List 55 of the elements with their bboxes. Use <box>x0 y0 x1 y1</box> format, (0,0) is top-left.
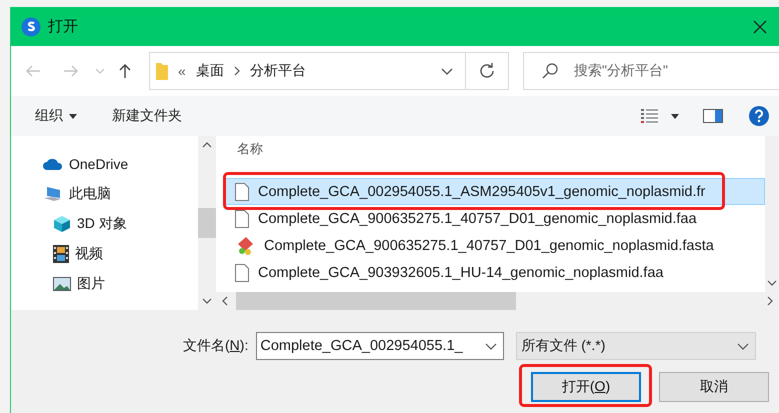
sidebar-item[interactable]: 视频 <box>53 239 103 269</box>
computer-icon <box>43 186 63 202</box>
scroll-down-icon[interactable] <box>202 298 212 304</box>
sidebar-item[interactable]: 此电脑 <box>43 179 111 209</box>
scroll-left-icon[interactable] <box>222 296 228 306</box>
search-field[interactable]: 搜索"分析平台" <box>523 52 779 90</box>
chevron-down-icon[interactable] <box>485 342 498 350</box>
sidebar-item[interactable]: 3D 对象 <box>53 209 127 239</box>
sidebar-item[interactable]: 图片 <box>53 269 105 299</box>
view-options-icon[interactable] <box>641 108 659 124</box>
chevron-right-icon <box>234 66 240 76</box>
scroll-right-icon[interactable] <box>767 296 773 306</box>
column-header[interactable]: 名称 <box>224 140 263 158</box>
cloud-icon <box>43 158 63 170</box>
open-button[interactable]: 打开(O) <box>531 372 641 402</box>
chevron-down-icon[interactable] <box>441 68 453 74</box>
breadcrumb[interactable]: 分析平台 <box>250 62 306 80</box>
close-icon[interactable] <box>753 20 767 34</box>
file-row[interactable]: Complete_GCA_903932605.1_HU-14_genomic_noplasmid.faa <box>224 259 765 286</box>
scroll-down-icon[interactable] <box>767 280 777 286</box>
address-bar[interactable]: « 桌面 分析平台 <box>149 52 466 90</box>
new-folder-button[interactable]: 新建文件夹 <box>112 103 182 129</box>
film-icon <box>53 245 69 263</box>
organize-menu[interactable]: 组织 <box>35 103 77 129</box>
window-title: 打开 <box>48 17 78 36</box>
scrollbar[interactable] <box>765 136 779 292</box>
folder-icon <box>156 62 168 80</box>
breadcrumb[interactable]: 桌面 <box>196 62 224 80</box>
cancel-button[interactable]: 取消 <box>659 372 769 402</box>
up-icon[interactable] <box>119 63 131 79</box>
search-icon <box>542 63 558 79</box>
app-icon <box>21 16 41 36</box>
scroll-up-icon[interactable] <box>202 142 212 148</box>
chevron-down-icon[interactable] <box>737 342 750 350</box>
scroll-thumb[interactable] <box>198 208 216 238</box>
file-row[interactable]: Complete_GCA_002954055.1_ASM295405v1_genomic_noplasmid.fr <box>224 178 765 205</box>
scrollbar[interactable] <box>198 136 216 310</box>
help-icon[interactable] <box>749 106 769 126</box>
filename-label: 文件名(N): <box>183 337 248 355</box>
file-row[interactable]: Complete_GCA_900635275.1_40757_D01_genomic_noplasmid.faa <box>224 205 765 232</box>
file-type-dropdown[interactable]: 所有文件 (*.*) <box>516 332 756 360</box>
preview-pane-icon[interactable] <box>703 109 723 123</box>
refresh-button[interactable] <box>466 52 509 90</box>
file-row[interactable]: Complete_GCA_900635275.1_40757_D01_genomic_noplasmid.fasta <box>224 232 765 259</box>
document-icon <box>235 264 249 282</box>
refresh-icon <box>479 63 495 79</box>
cube-icon <box>53 215 71 233</box>
caret-icon <box>69 114 77 118</box>
filename-field[interactable]: Complete_GCA_002954055.1_ <box>256 332 504 360</box>
sidebar-item[interactable]: OneDrive <box>43 149 128 179</box>
overflow-chevron[interactable]: « <box>178 63 186 79</box>
document-icon <box>235 182 249 200</box>
document-icon <box>235 210 249 228</box>
caret-icon[interactable] <box>671 114 679 118</box>
image-icon <box>53 277 71 291</box>
